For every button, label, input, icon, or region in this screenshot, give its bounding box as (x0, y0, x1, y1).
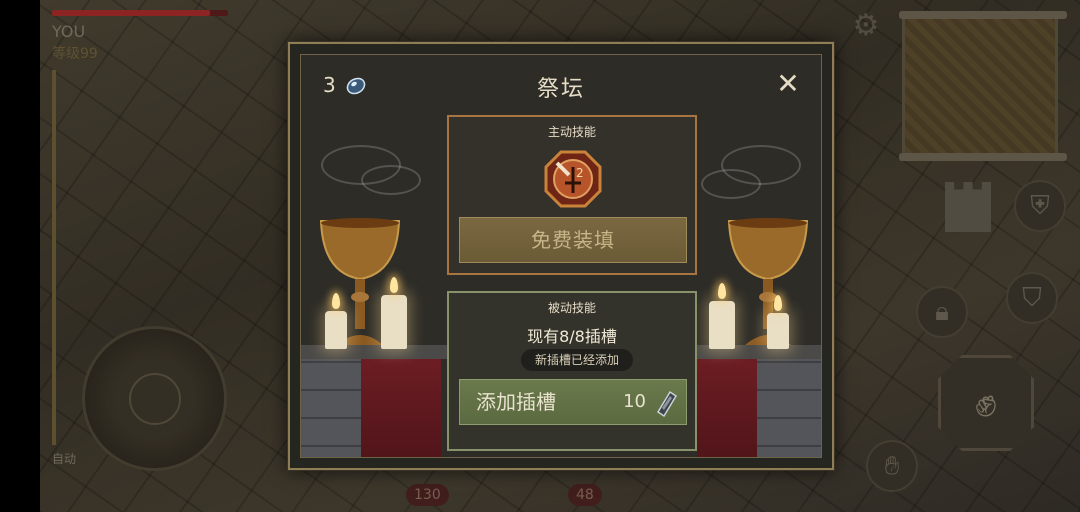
candle-flame (774, 295, 782, 311)
crystal-icon (656, 390, 678, 418)
letterbox-left (0, 0, 40, 512)
free-equip-button[interactable]: 免费装填 (459, 217, 687, 263)
candle-flame (718, 283, 726, 299)
candle (381, 295, 407, 349)
close-icon[interactable]: ✕ (775, 70, 801, 98)
svg-text:2: 2 (576, 166, 584, 180)
add-slot-button[interactable]: 添加插槽 10 (459, 379, 687, 425)
altar-stone-right (757, 355, 821, 457)
candle-flame (390, 277, 398, 293)
active-skill-panel: 主动技能 2 免费装填 (447, 115, 697, 275)
altar-dialog: 3 祭坛 ✕ 主动技能 2 免费装填 被动技能 现有8/8插槽 新插槽已经添加 (288, 42, 834, 470)
candle-flame (332, 293, 340, 309)
passive-skill-label: 被动技能 (547, 301, 596, 315)
slot-status: 现有8/8插槽 (527, 327, 617, 346)
candle (709, 301, 735, 349)
dialog-title: 祭坛 (536, 77, 585, 102)
add-slot-cost: 10 (623, 391, 646, 412)
smoke-wisp (361, 165, 421, 195)
add-slot-label: 添加插槽 (476, 390, 556, 414)
new-slot-tip: 新插槽已经添加 (521, 349, 633, 371)
passive-skill-panel: 被动技能 现有8/8插槽 新插槽已经添加 添加插槽 10 (447, 291, 697, 451)
smoke-wisp (701, 169, 761, 199)
active-skill-label: 主动技能 (547, 125, 596, 139)
altar-cloth-left (361, 351, 441, 457)
candle (325, 311, 347, 349)
candle (767, 313, 789, 349)
active-skill-icon[interactable]: 2 (543, 149, 603, 209)
altar-scene: 3 祭坛 ✕ 主动技能 2 免费装填 被动技能 现有8/8插槽 新插槽已经添加 (300, 54, 822, 458)
